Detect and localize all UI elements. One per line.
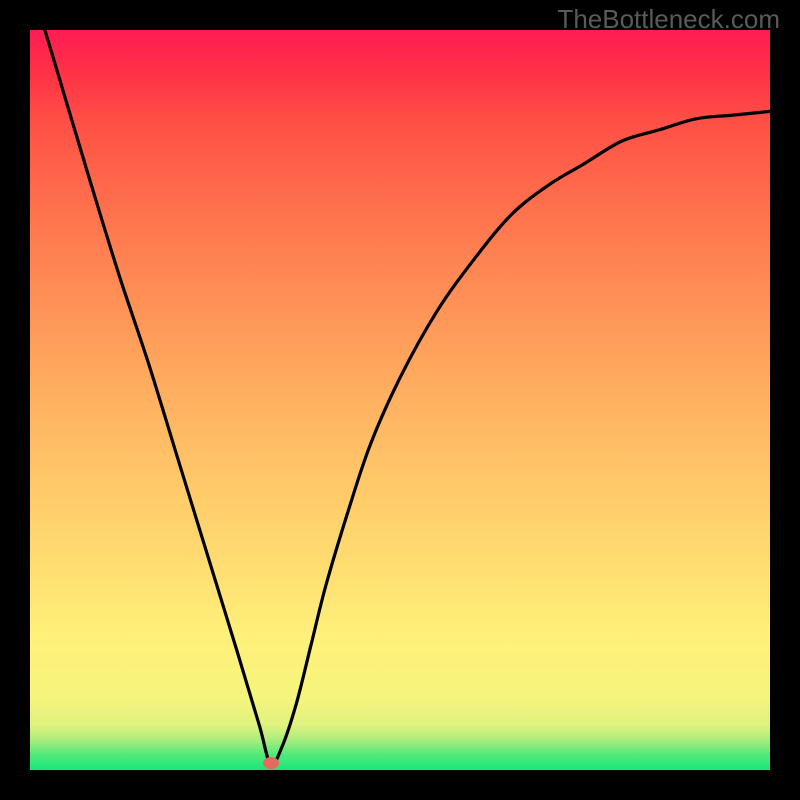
watermark-text: TheBottleneck.com xyxy=(557,4,780,35)
plot-area xyxy=(30,30,770,770)
min-marker xyxy=(263,757,279,769)
chart-frame: TheBottleneck.com xyxy=(0,0,800,800)
bottleneck-curve xyxy=(30,30,770,770)
